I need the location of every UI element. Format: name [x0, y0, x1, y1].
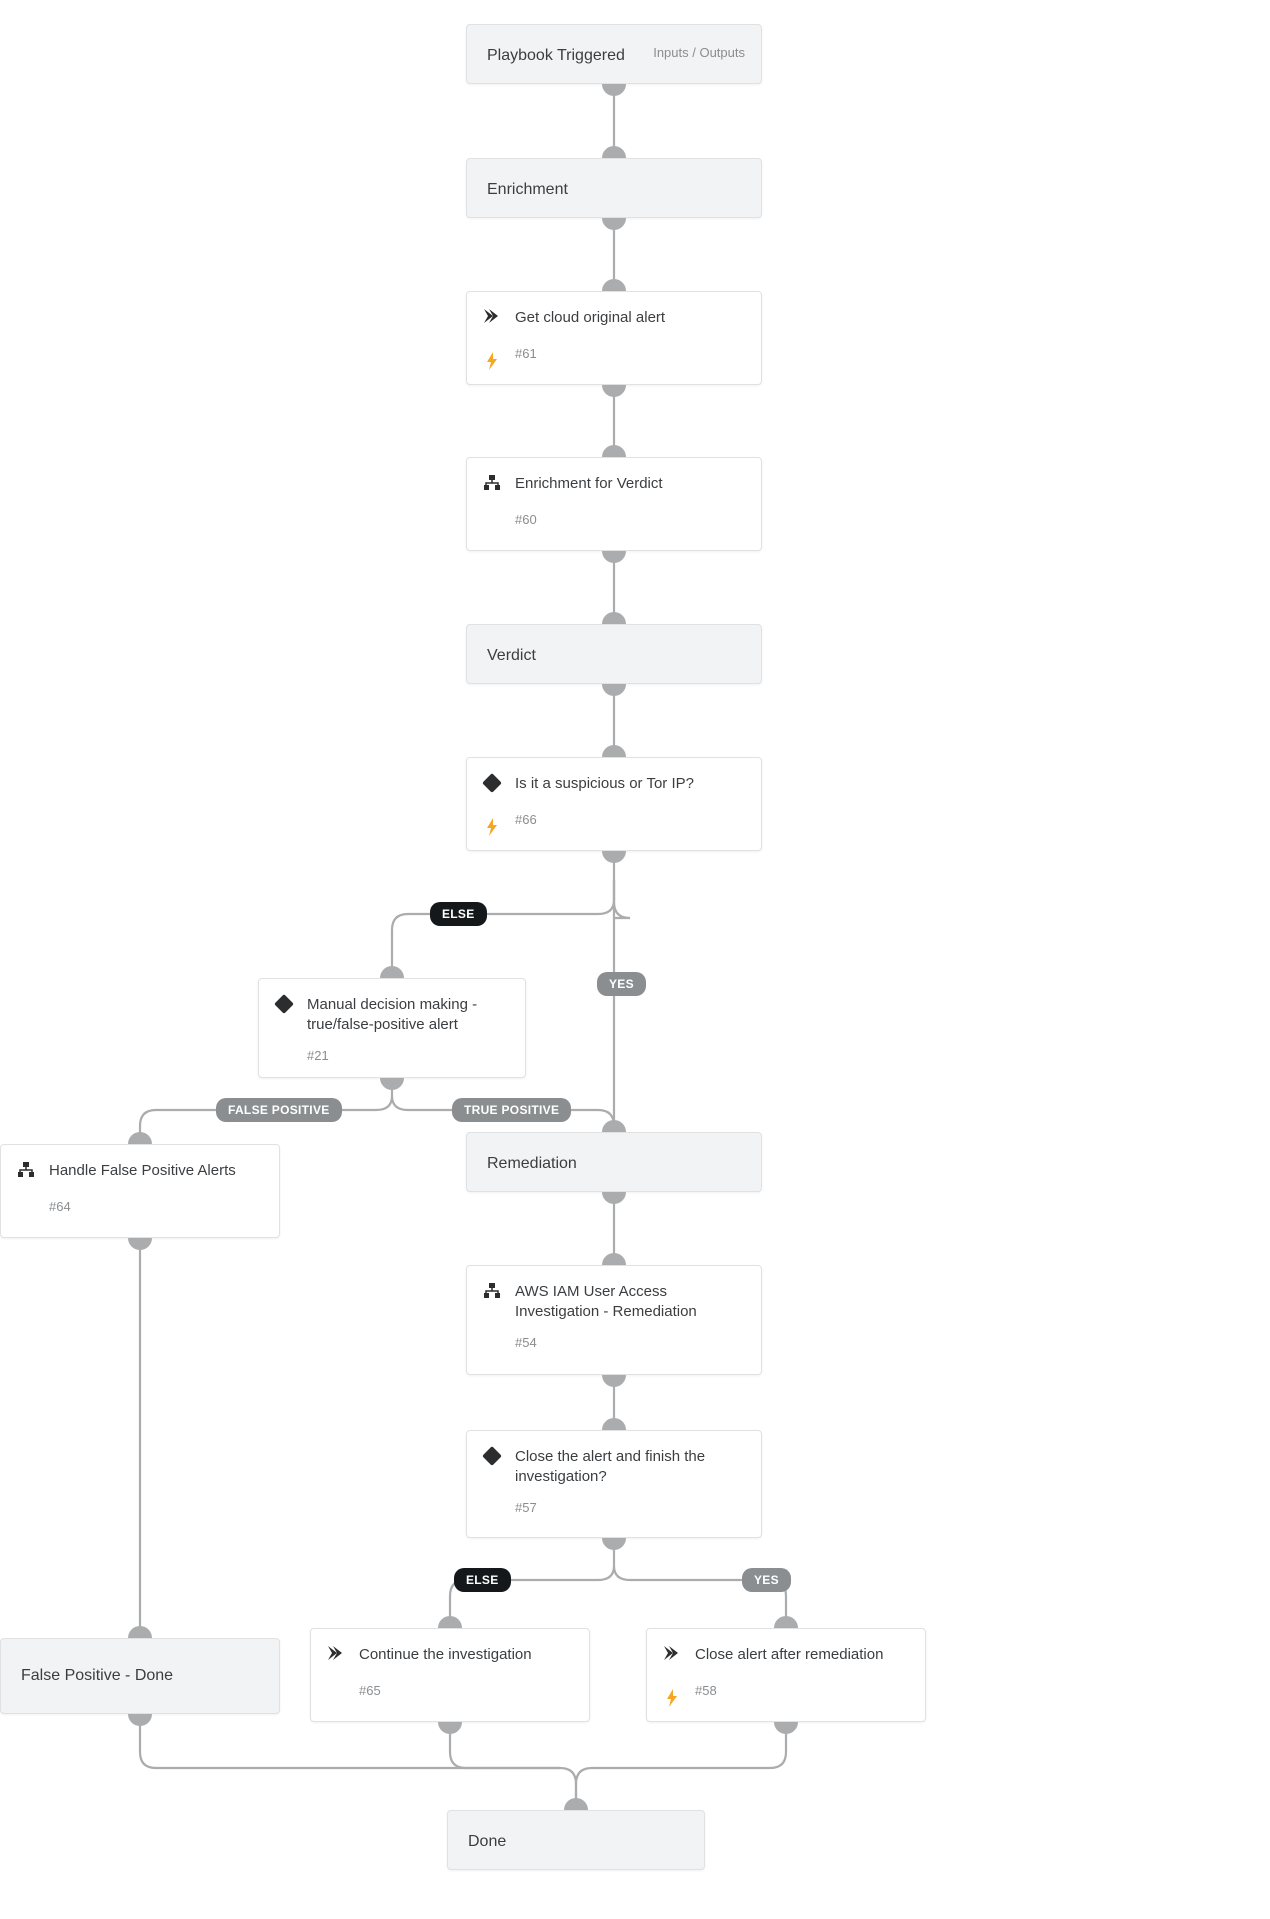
node-suspicious-ip[interactable]: Is it a suspicious or Tor IP? #66	[466, 757, 762, 851]
lightning-icon	[483, 352, 501, 370]
node-enrichment-verdict[interactable]: Enrichment for Verdict #60	[466, 457, 762, 551]
node-title: Verdict	[487, 647, 536, 664]
node-done[interactable]: Done	[447, 1810, 705, 1870]
edge-label-false-positive: FALSE POSITIVE	[216, 1098, 342, 1122]
lightning-icon	[663, 1689, 681, 1707]
node-handle-fp[interactable]: Handle False Positive Alerts #64	[0, 1144, 280, 1238]
flow-edges	[0, 0, 1270, 1919]
chevron-icon	[327, 1645, 345, 1663]
inputs-outputs-link[interactable]: Inputs / Outputs	[653, 45, 745, 60]
node-remediation[interactable]: Remediation	[466, 1132, 762, 1192]
node-close-question[interactable]: Close the alert and finish the investiga…	[466, 1430, 762, 1538]
node-enrichment[interactable]: Enrichment	[466, 158, 762, 218]
node-id: #57	[515, 1500, 743, 1515]
hierarchy-icon	[17, 1161, 35, 1179]
node-get-cloud-alert[interactable]: Get cloud original alert #61	[466, 291, 762, 385]
node-verdict[interactable]: Verdict	[466, 624, 762, 684]
node-id: #61	[515, 346, 743, 361]
node-title: Is it a suspicious or Tor IP?	[515, 774, 743, 794]
edge-label-yes-2: YES	[742, 1568, 791, 1592]
node-close-after-remediation[interactable]: Close alert after remediation #58	[646, 1628, 926, 1722]
hierarchy-icon	[483, 474, 501, 492]
edge-label-true-positive: TRUE POSITIVE	[452, 1098, 571, 1122]
edge-label-else-2: ELSE	[454, 1568, 511, 1592]
node-id: #58	[695, 1683, 907, 1698]
playbook-flow-canvas: Playbook Triggered Inputs / Outputs Enri…	[0, 0, 1270, 1919]
lightning-icon	[483, 818, 501, 836]
node-title: Remediation	[487, 1155, 577, 1172]
diamond-icon	[483, 774, 501, 792]
node-id: #64	[49, 1199, 261, 1214]
node-false-positive-done[interactable]: False Positive - Done	[0, 1638, 280, 1714]
node-title: Enrichment for Verdict	[515, 474, 743, 494]
node-aws-remediation[interactable]: AWS IAM User Access Investigation - Reme…	[466, 1265, 762, 1375]
diamond-icon	[275, 995, 293, 1013]
chevron-icon	[483, 308, 501, 326]
node-title: Enrichment	[487, 181, 568, 198]
node-title: False Positive - Done	[21, 1665, 173, 1687]
edge-label-else: ELSE	[430, 902, 487, 926]
node-title: Close the alert and finish the investiga…	[515, 1447, 743, 1488]
node-manual-decision[interactable]: Manual decision making - true/false-posi…	[258, 978, 526, 1078]
node-title: Manual decision making - true/false-posi…	[307, 995, 507, 1036]
node-title: AWS IAM User Access Investigation - Reme…	[515, 1282, 743, 1323]
node-continue-investigation[interactable]: Continue the investigation #65	[310, 1628, 590, 1722]
node-id: #65	[359, 1683, 571, 1698]
node-title: Continue the investigation	[359, 1645, 571, 1665]
edge-label-yes: YES	[597, 972, 646, 996]
node-title: Handle False Positive Alerts	[49, 1161, 261, 1181]
node-playbook-triggered[interactable]: Playbook Triggered Inputs / Outputs	[466, 24, 762, 84]
node-id: #66	[515, 812, 743, 827]
node-title: Close alert after remediation	[695, 1645, 907, 1665]
node-id: #54	[515, 1335, 743, 1350]
hierarchy-icon	[483, 1282, 501, 1300]
chevron-icon	[663, 1645, 681, 1663]
node-id: #60	[515, 512, 743, 527]
node-title: Playbook Triggered	[487, 47, 625, 64]
node-title: Get cloud original alert	[515, 308, 743, 328]
node-title: Done	[468, 1833, 506, 1850]
node-id: #21	[307, 1048, 507, 1063]
diamond-icon	[483, 1447, 501, 1465]
